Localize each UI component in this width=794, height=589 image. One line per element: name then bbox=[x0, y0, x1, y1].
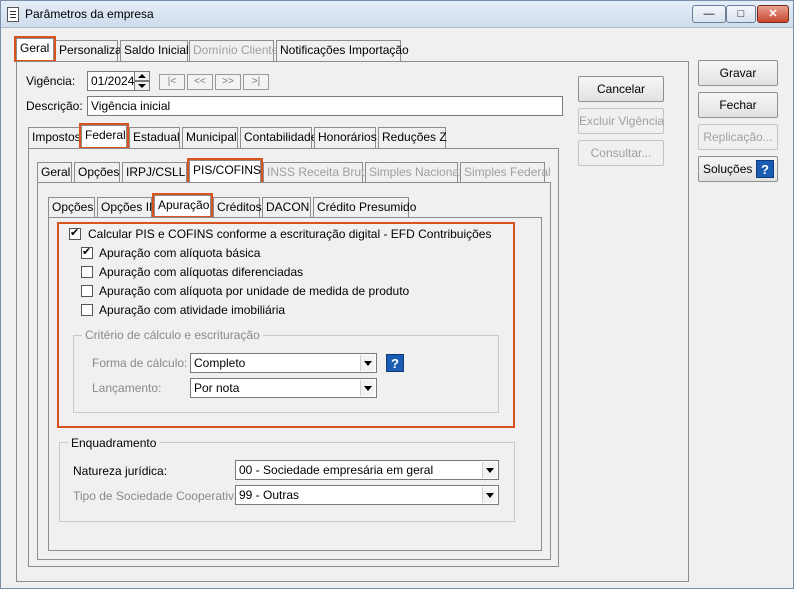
fechar-button[interactable]: Fechar bbox=[698, 92, 778, 118]
tab-impostos[interactable]: Impostos bbox=[28, 127, 81, 148]
forma-calculo-select[interactable]: Completo bbox=[190, 353, 377, 373]
forma-calculo-value: Completo bbox=[194, 356, 246, 370]
tab-dominio-cliente: Domínio Cliente bbox=[189, 40, 278, 61]
tab-simples-nacional: Simples Nacional bbox=[365, 162, 462, 183]
excluir-vigencia-button: Excluir Vigência bbox=[578, 108, 664, 134]
lancamento-select[interactable]: Por nota bbox=[190, 378, 377, 398]
aliquota-basica-label: Apuração com alíquota básica bbox=[99, 246, 261, 260]
tab-honorarios[interactable]: Honorários bbox=[314, 127, 377, 148]
tipo-cooperativa-select[interactable]: 99 - Outras bbox=[235, 485, 499, 505]
cancelar-button[interactable]: Cancelar bbox=[578, 76, 664, 102]
tab-saldo-inicial[interactable]: Saldo Inicial bbox=[120, 40, 189, 61]
title-bar: Parâmetros da empresa — □ ✕ bbox=[1, 1, 793, 28]
vigencia-label: Vigência: bbox=[26, 74, 76, 88]
solucoes-label: Soluções bbox=[703, 162, 753, 176]
aliquotas-diferenciadas-checkbox[interactable] bbox=[81, 266, 93, 278]
tab-simples-federal: Simples Federal bbox=[460, 162, 551, 183]
tab-dacon[interactable]: DACON bbox=[262, 197, 311, 218]
aliquota-basica-checkbox[interactable] bbox=[81, 245, 93, 259]
window-title: Parâmetros da empresa bbox=[25, 7, 154, 21]
unidade-medida-label: Apuração com alíquota por unidade de med… bbox=[99, 284, 410, 298]
tab-creditos[interactable]: Créditos bbox=[213, 197, 262, 218]
tipo-cooperativa-value: 99 - Outras bbox=[239, 488, 300, 502]
replicacao-button: Replicação... bbox=[698, 124, 778, 150]
unidade-medida-checkbox[interactable] bbox=[81, 285, 93, 297]
natureza-juridica-label: Natureza jurídica: bbox=[73, 464, 168, 478]
efd-contribuicoes-checkbox[interactable] bbox=[69, 226, 81, 240]
criterio-group-title: Critério de cálculo e escrituração bbox=[82, 328, 263, 342]
tab-inss-receita-bruta: INSS Receita Bruta bbox=[263, 162, 371, 183]
tipo-cooperativa-label: Tipo de Sociedade Cooperativa: bbox=[73, 489, 244, 503]
close-button[interactable]: ✕ bbox=[757, 5, 789, 23]
nav-last-button[interactable]: >| bbox=[243, 74, 269, 90]
window: Parâmetros da empresa — □ ✕ Geral Person… bbox=[0, 0, 794, 589]
help-icon[interactable]: ? bbox=[386, 354, 404, 372]
tab-personaliza[interactable]: Personaliza bbox=[55, 40, 122, 61]
atividade-imobiliaria-checkbox[interactable] bbox=[81, 304, 93, 316]
forma-calculo-label: Forma de cálculo: bbox=[92, 356, 188, 370]
lancamento-value: Por nota bbox=[194, 381, 240, 395]
tab-irpj-csll[interactable]: IRPJ/CSLL bbox=[122, 162, 187, 183]
tab-pis-opcoes-ii[interactable]: Opções II bbox=[97, 197, 152, 218]
vigencia-up-icon[interactable] bbox=[134, 71, 150, 81]
chevron-down-icon[interactable] bbox=[482, 462, 497, 478]
tab-credito-presumido[interactable]: Crédito Presumido bbox=[313, 197, 416, 218]
nav-prev-button[interactable]: << bbox=[187, 74, 213, 90]
tab-geral[interactable]: Geral bbox=[16, 38, 54, 61]
chevron-down-icon[interactable] bbox=[360, 355, 375, 371]
criterio-group bbox=[73, 335, 499, 413]
chevron-down-icon[interactable] bbox=[360, 380, 375, 396]
tab-contabilidade[interactable]: Contabilidade bbox=[240, 127, 317, 148]
aliquotas-diferenciadas-label: Apuração com alíquotas diferenciadas bbox=[99, 265, 304, 279]
natureza-juridica-select[interactable]: 00 - Sociedade empresária em geral bbox=[235, 460, 499, 480]
tab-municipal[interactable]: Municipal bbox=[182, 127, 238, 148]
natureza-juridica-value: 00 - Sociedade empresária em geral bbox=[239, 463, 434, 477]
tab-estadual[interactable]: Estadual bbox=[129, 127, 180, 148]
solucoes-button[interactable]: Soluções ? bbox=[698, 156, 778, 182]
help-icon: ? bbox=[756, 160, 774, 178]
tab-pis-cofins[interactable]: PIS/COFINS bbox=[189, 160, 261, 183]
vigencia-down-icon[interactable] bbox=[134, 81, 150, 91]
chevron-down-icon[interactable] bbox=[482, 487, 497, 503]
minimize-button[interactable]: — bbox=[692, 5, 726, 23]
nav-first-button[interactable]: |< bbox=[159, 74, 185, 90]
vigencia-input[interactable]: 01/2024 bbox=[87, 71, 135, 91]
tab-notificacoes-importacao[interactable]: Notificações Importação bbox=[276, 40, 409, 61]
tab-pis-opcoes[interactable]: Opções bbox=[48, 197, 95, 218]
enquadramento-title: Enquadramento bbox=[68, 436, 160, 450]
descricao-input[interactable]: Vigência inicial bbox=[87, 96, 563, 116]
enquadramento-group bbox=[59, 442, 515, 522]
gravar-button[interactable]: Gravar bbox=[698, 60, 778, 86]
tab-reducoes-z[interactable]: Reduções Z bbox=[378, 127, 447, 148]
tab-apuracao[interactable]: Apuração bbox=[154, 195, 211, 218]
document-icon bbox=[7, 7, 19, 22]
nav-next-button[interactable]: >> bbox=[215, 74, 241, 90]
descricao-label: Descrição: bbox=[26, 99, 83, 113]
consultar-button: Consultar... bbox=[578, 140, 664, 166]
tab-federal[interactable]: Federal bbox=[81, 125, 127, 148]
efd-contribuicoes-label: Calcular PIS e COFINS conforme a escritu… bbox=[88, 227, 492, 241]
lancamento-label: Lançamento: bbox=[92, 381, 162, 395]
tab-federal-geral[interactable]: Geral bbox=[37, 162, 72, 183]
restore-button[interactable]: □ bbox=[726, 5, 756, 23]
atividade-imobiliaria-label: Apuração com atividade imobiliária bbox=[99, 303, 286, 317]
tab-federal-opcoes[interactable]: Opções bbox=[74, 162, 120, 183]
